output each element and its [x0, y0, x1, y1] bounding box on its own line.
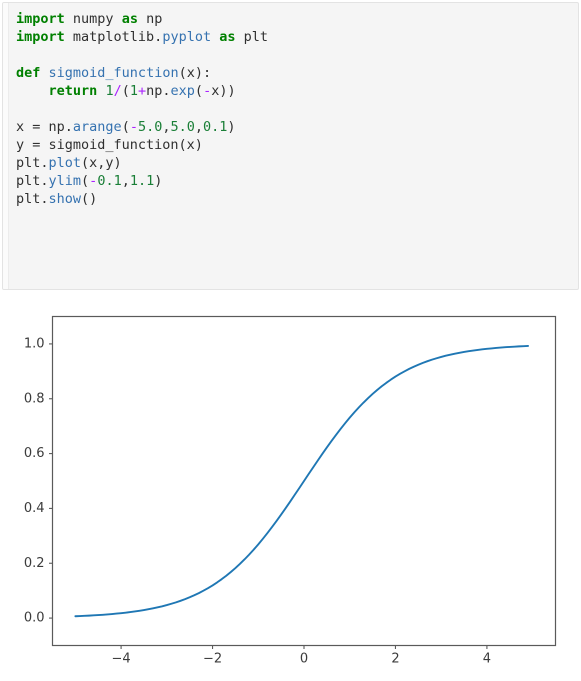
code-token: x)): [211, 83, 236, 99]
code-token: 5.0: [170, 119, 195, 135]
code-line: plt.plot(x,y): [16, 154, 574, 172]
y-axis-ticks: 0.0 0.2 0.4 0.6 0.8 1.0: [24, 336, 53, 626]
code-token: ,: [194, 119, 204, 135]
code-token: as: [219, 29, 236, 45]
code-token: return: [48, 83, 98, 99]
code-token: arange: [72, 119, 122, 135]
code-cell[interactable]: import numpy as np import matplotlib.pypl…: [2, 2, 579, 290]
code-token: (: [121, 119, 130, 135]
code-token: (: [81, 173, 90, 189]
x-tick-label: 2: [391, 651, 399, 666]
code-token: plot: [48, 155, 82, 171]
x-tick-label: 4: [483, 651, 491, 666]
code-token: pyplot: [162, 29, 212, 45]
code-token: show: [48, 191, 82, 207]
code-token: /: [113, 83, 122, 99]
x-tick-label: −4: [112, 651, 131, 666]
y-tick-label: 1.0: [24, 336, 45, 351]
code-token: plt.: [16, 191, 49, 207]
sigmoid-line-chart: 0.0 0.2 0.4 0.6 0.8 1.0 −4 −2 0 2 4: [24, 315, 557, 666]
code-token: 5.0: [137, 119, 163, 135]
code-token: y = sigmoid_function(x): [16, 137, 203, 153]
code-line: def sigmoid_function(x):: [16, 64, 574, 82]
code-token: numpy: [64, 11, 122, 27]
code-token: 0.1: [97, 173, 122, 189]
y-tick-label: 0.6: [24, 446, 45, 461]
code-source[interactable]: import numpy as np import matplotlib.pypl…: [16, 10, 574, 208]
code-token: (: [121, 83, 130, 99]
code-token: 1.1: [129, 173, 155, 189]
code-line: x = np.arange(-5.0,5.0,0.1): [16, 118, 574, 136]
matplotlib-figure-output: 0.0 0.2 0.4 0.6 0.8 1.0 −4 −2 0 2 4: [0, 300, 581, 681]
y-tick-label: 0.8: [24, 391, 45, 406]
code-token: (): [81, 191, 98, 207]
x-tick-label: −2: [203, 651, 222, 666]
code-line: import matplotlib.pyplot as plt: [16, 28, 574, 46]
code-token: 0.1: [203, 119, 228, 135]
code-token: np: [137, 11, 163, 27]
y-tick-label: 0.0: [24, 611, 45, 626]
code-line: plt.ylim(-0.1,1.1): [16, 172, 574, 190]
code-token: 1: [105, 83, 114, 99]
code-token: plt.: [16, 155, 49, 171]
code-line: plt.show(): [16, 190, 574, 208]
code-token: (x):: [178, 65, 212, 81]
code-token: ylim: [48, 173, 82, 189]
code-token: (x,y): [81, 155, 122, 171]
code-token: (: [194, 83, 204, 99]
sigmoid-curve: [74, 345, 530, 618]
code-token: plt.: [16, 173, 49, 189]
code-line: return 1/(1+np.exp(-x)): [16, 82, 574, 100]
code-token: as: [121, 11, 138, 27]
code-token: 1: [129, 83, 138, 99]
code-token: def: [16, 65, 41, 81]
x-axis-ticks: −4 −2 0 2 4: [112, 645, 491, 666]
code-token: ): [227, 119, 236, 135]
x-tick-label: 0: [300, 651, 308, 666]
code-token: +: [138, 83, 147, 99]
code-token: x = np.: [16, 119, 73, 135]
code-token: -: [129, 119, 138, 135]
code-line: import numpy as np: [16, 10, 574, 28]
code-token: ): [154, 173, 163, 189]
code-token: plt: [235, 29, 269, 45]
y-tick-label: 0.4: [24, 501, 45, 516]
code-cell-gutter: [3, 3, 9, 289]
code-token: -: [203, 83, 212, 99]
code-token: ,: [121, 173, 130, 189]
code-token: sigmoid_function: [48, 65, 179, 81]
code-token: matplotlib.: [64, 29, 163, 45]
code-token: import: [16, 29, 65, 45]
y-tick-label: 0.2: [24, 556, 45, 571]
code-token: ,: [162, 119, 171, 135]
code-token: np.: [146, 83, 171, 99]
code-token: exp: [170, 83, 195, 99]
code-token: import: [16, 11, 65, 27]
code-line: y = sigmoid_function(x): [16, 136, 574, 154]
